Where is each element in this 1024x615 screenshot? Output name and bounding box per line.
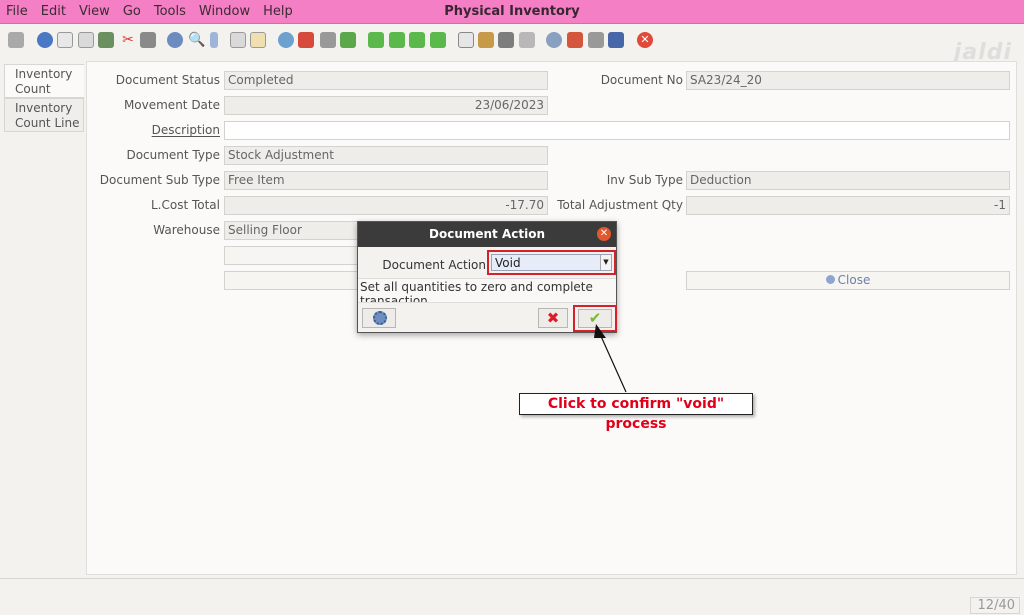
document-action-value: Void [495, 256, 521, 270]
lcost-total-label: L.Cost Total [150, 198, 220, 212]
product-info-icon[interactable] [608, 32, 624, 48]
report-icon[interactable] [458, 32, 474, 48]
dialog-cancel-button[interactable]: ✖ [538, 308, 568, 328]
previous-record-icon[interactable] [389, 32, 405, 48]
history-icon[interactable] [250, 32, 266, 48]
inv-sub-type-label: Inv Sub Type [606, 173, 683, 187]
print-preview-icon[interactable] [498, 32, 514, 48]
new-record-icon[interactable] [57, 32, 73, 48]
document-action-description: Set all quantities to zero and complete … [358, 278, 616, 303]
parent-record-icon[interactable] [298, 32, 314, 48]
grid-toggle-icon[interactable] [140, 32, 156, 48]
undo-icon[interactable] [8, 32, 24, 48]
document-sub-type-field: Free Item [224, 171, 548, 190]
close-button[interactable]: Close [686, 271, 1010, 290]
record-count: 12/40 [970, 597, 1020, 614]
next-record-icon[interactable] [409, 32, 425, 48]
dialog-settings-button[interactable] [362, 308, 396, 328]
dialog-title: Document Action [358, 222, 616, 247]
tab-inventory-count[interactable]: Inventory Count [4, 64, 84, 98]
document-action-select[interactable]: Void ▼ [491, 254, 612, 271]
zoom-across-icon[interactable] [546, 32, 562, 48]
window-title: Physical Inventory [444, 4, 580, 19]
status-bar [0, 578, 1024, 594]
refresh-icon[interactable] [167, 32, 183, 48]
next-detail-icon[interactable] [340, 32, 356, 48]
archive-icon[interactable] [478, 32, 494, 48]
document-type-label: Document Type [126, 148, 220, 162]
movement-date-label: Movement Date [123, 98, 220, 112]
description-input[interactable] [224, 121, 1010, 140]
chevron-down-icon[interactable]: ▼ [600, 255, 611, 270]
exit-icon[interactable]: ✕ [637, 32, 653, 48]
document-status-field: Completed [224, 71, 548, 90]
document-action-dialog: Document Action ✕ Document Action Void ▼… [357, 221, 617, 333]
chat-icon[interactable] [230, 32, 246, 48]
document-sub-type-label: Document Sub Type [99, 173, 220, 187]
close-button-label: Close [837, 273, 871, 287]
cancel-icon: ✖ [546, 309, 560, 327]
description-label: Description [151, 123, 220, 137]
attachment-icon[interactable] [210, 32, 218, 48]
document-action-highlight: Void ▼ [487, 250, 616, 275]
help-icon[interactable] [37, 32, 53, 48]
print-icon[interactable] [519, 32, 535, 48]
annotation-arrow [594, 324, 627, 393]
document-no-label: Document No [600, 73, 683, 87]
total-adjustment-qty-field: -1 [686, 196, 1010, 215]
save-icon[interactable] [98, 32, 114, 48]
annotation-callout: Click to confirm "void" process [519, 393, 753, 432]
document-no-field: SA23/24_20 [686, 71, 1010, 90]
copy-record-icon[interactable] [78, 32, 94, 48]
close-circle-icon [825, 275, 835, 284]
total-adjustment-qty-label: Total Adjustment Qty [557, 198, 683, 212]
first-record-icon[interactable] [368, 32, 384, 48]
title-bar: File Edit View Go Tools Window Help Phys… [0, 0, 1024, 24]
movement-date-field: 23/06/2023 [224, 96, 548, 115]
toolbar: ✂ 🔍 ✕ jaldi [0, 26, 1024, 65]
dialog-close-icon[interactable]: ✕ [597, 227, 611, 241]
last-record-icon[interactable] [430, 32, 446, 48]
document-action-label: Document Action [382, 258, 486, 272]
request-icon[interactable] [588, 32, 604, 48]
document-status-label: Document Status [115, 73, 220, 87]
tab-inventory-count-line[interactable]: Inventory Count Line [4, 98, 84, 132]
lcost-total-field: -17.70 [224, 196, 548, 215]
annotation-arrow-line [599, 333, 627, 393]
warehouse-label: Warehouse [153, 223, 220, 237]
delete-icon[interactable]: ✂ [120, 32, 136, 48]
find-icon[interactable]: 🔍 [188, 32, 205, 48]
workflow-icon[interactable] [567, 32, 583, 48]
annotation-arrow-head [594, 324, 606, 338]
detail-record-icon[interactable] [320, 32, 336, 48]
gear-icon [373, 311, 387, 325]
document-type-field: Stock Adjustment [224, 146, 548, 165]
inv-sub-type-field: Deduction [686, 171, 1010, 190]
home-icon[interactable] [278, 32, 294, 48]
